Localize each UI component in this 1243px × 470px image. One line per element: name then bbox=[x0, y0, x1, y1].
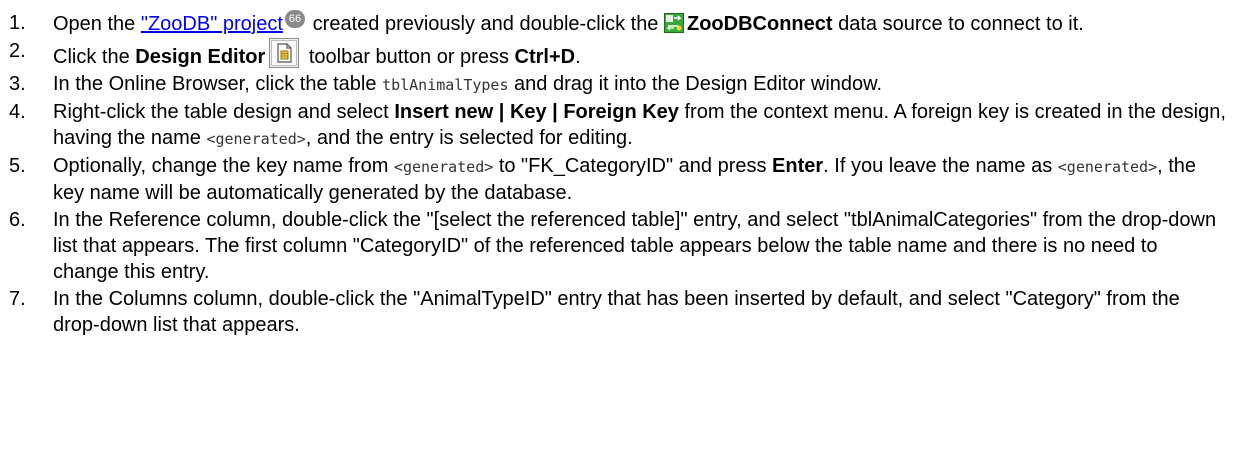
step-1: 1. Open the "ZooDB" project 66 created pr… bbox=[0, 10, 1228, 37]
step-number: 4. bbox=[9, 101, 26, 123]
step-text: created previously and double-click the bbox=[307, 13, 664, 35]
shortcut-key: Ctrl+D bbox=[514, 46, 576, 68]
step-text: , and the entry is selected for editing. bbox=[305, 127, 633, 149]
step-text: and drag it into the Design Editor windo… bbox=[508, 73, 883, 95]
menu-path: Insert new | Key | Foreign Key bbox=[394, 101, 679, 123]
table-name-code: tblAnimalTypes bbox=[382, 76, 509, 94]
step-text: . bbox=[575, 46, 581, 68]
zoodb-project-link[interactable]: "ZooDB" project bbox=[141, 13, 283, 35]
design-editor-label: Design Editor bbox=[135, 46, 266, 68]
step-3: 3. In the Online Browser, click the tabl… bbox=[0, 71, 1228, 98]
step-text: Optionally, change the key name from bbox=[53, 155, 394, 177]
step-4: 4. Right-click the table design and sele… bbox=[0, 99, 1228, 152]
step-2: 2. Click the Design Editor toolbar butto… bbox=[0, 38, 1228, 70]
step-text: In the Columns column, double-click the … bbox=[53, 288, 1180, 336]
step-text: . If you leave the name as bbox=[823, 155, 1058, 177]
data-source-name: ZooDBConnect bbox=[687, 13, 833, 35]
step-5: 5. Optionally, change the key name from … bbox=[0, 153, 1228, 206]
step-number: 1. bbox=[9, 12, 26, 34]
step-number: 7. bbox=[9, 288, 26, 310]
instruction-steps-list: 1. Open the "ZooDB" project 66 created pr… bbox=[0, 0, 1243, 338]
step-text: In the Reference column, double-click th… bbox=[53, 209, 1217, 283]
step-number: 6. bbox=[9, 209, 26, 231]
step-text: to "FK_CategoryID" and press bbox=[493, 155, 773, 177]
enter-key: Enter bbox=[772, 155, 824, 177]
generated-name-code: <generated> bbox=[1057, 158, 1158, 176]
step-number: 2. bbox=[9, 40, 26, 62]
database-connection-icon bbox=[664, 13, 684, 33]
step-text: Open the bbox=[53, 13, 141, 35]
step-number: 3. bbox=[9, 73, 26, 95]
step-text: Right-click the table design and select bbox=[53, 101, 395, 123]
step-text: Click the bbox=[53, 46, 136, 68]
design-editor-icon bbox=[269, 38, 300, 68]
step-text: In the Online Browser, click the table bbox=[53, 73, 383, 95]
step-text: data source to connect to it. bbox=[832, 13, 1084, 35]
page-reference-badge: 66 bbox=[284, 10, 306, 28]
step-number: 5. bbox=[9, 155, 26, 177]
step-text: toolbar button or press bbox=[303, 46, 515, 68]
step-7: 7. In the Columns column, double-click t… bbox=[0, 286, 1228, 338]
step-6: 6. In the Reference column, double-click… bbox=[0, 207, 1228, 285]
generated-name-code: <generated> bbox=[206, 130, 306, 148]
generated-name-code: <generated> bbox=[393, 158, 494, 176]
